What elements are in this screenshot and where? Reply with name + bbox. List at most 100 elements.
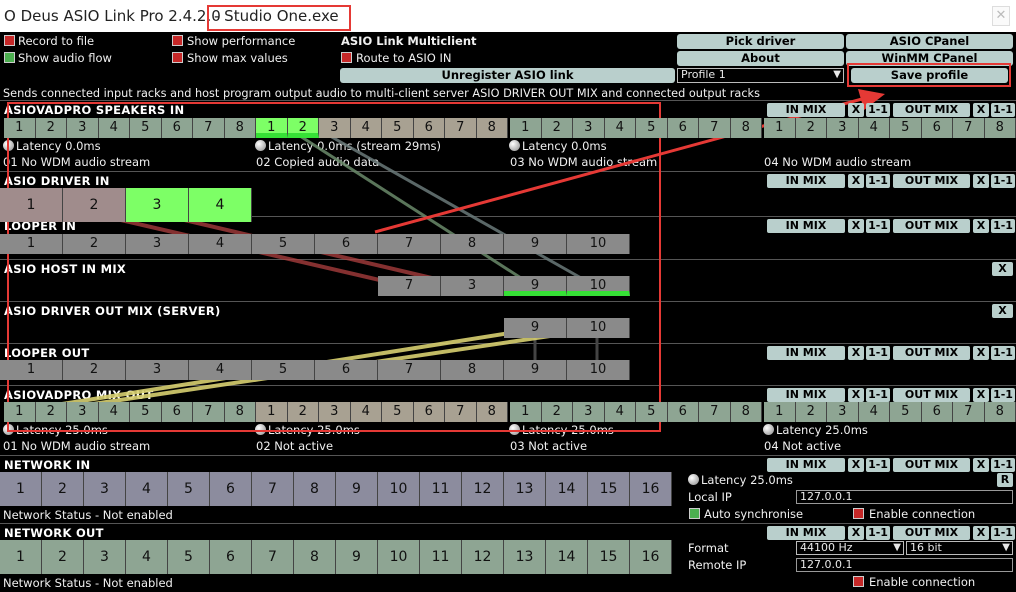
speakers-g3-ch-1[interactable]: 1	[510, 118, 542, 138]
mix-out-g3-ch-1[interactable]: 1	[510, 402, 542, 422]
looper-out-in-mix-button[interactable]: IN MIX	[767, 346, 845, 360]
looper-out-ch-6[interactable]: 6	[315, 360, 378, 380]
network-out-ch-5[interactable]: 5	[168, 540, 210, 574]
network-in-ch-1[interactable]: 1	[0, 472, 42, 506]
looper-out-ch-5[interactable]: 5	[252, 360, 315, 380]
mix-out-g1-ch-6[interactable]: 6	[161, 402, 193, 422]
window-close-button[interactable]: ✕	[992, 6, 1010, 26]
network-in-ch-2[interactable]: 2	[42, 472, 84, 506]
speakers-g1-ch-1[interactable]: 1	[4, 118, 36, 138]
mix-out-g4-ch-4[interactable]: 4	[858, 402, 890, 422]
enable-connection-in-checkbox[interactable]	[853, 508, 864, 519]
record-to-file-checkbox[interactable]	[4, 35, 15, 46]
speakers-g3-ch-5[interactable]: 5	[636, 118, 668, 138]
network-out-ch-1[interactable]: 1	[0, 540, 42, 574]
network-out-ch-3[interactable]: 3	[84, 540, 126, 574]
network-in-ch-13[interactable]: 13	[504, 472, 546, 506]
network-out-ch-7[interactable]: 7	[252, 540, 294, 574]
profile-select[interactable]: Profile 1 ▼	[677, 68, 844, 83]
mix-out-g3-ch-4[interactable]: 4	[604, 402, 636, 422]
network-in-out-mix-button[interactable]: OUT MIX	[893, 458, 970, 472]
network-in-one-one-button[interactable]: 1-1	[866, 458, 890, 472]
speakers-g1-ch-4[interactable]: 4	[98, 118, 130, 138]
mix-out-g3-ch-8[interactable]: 8	[730, 402, 762, 422]
speakers-g1-ch-8[interactable]: 8	[224, 118, 256, 138]
looper-out-ch-1[interactable]: 1	[0, 360, 63, 380]
mix-out-g3-ch-5[interactable]: 5	[636, 402, 668, 422]
speakers-g3-ch-8[interactable]: 8	[730, 118, 762, 138]
mix-out-g2-ch-6[interactable]: 6	[413, 402, 445, 422]
speakers-g2-ch-8[interactable]: 8	[476, 118, 508, 138]
speakers-g3-ch-6[interactable]: 6	[667, 118, 699, 138]
speakers-one-one-button[interactable]: 1-1	[866, 103, 890, 117]
looper-out-out-mix-button[interactable]: OUT MIX	[893, 346, 970, 360]
speakers-x-button[interactable]: X	[973, 103, 989, 117]
mix-out-one-one-button[interactable]: 1-1	[991, 388, 1015, 402]
mix-out-g1-ch-7[interactable]: 7	[193, 402, 225, 422]
mix-out-g2-ch-2[interactable]: 2	[287, 402, 319, 422]
speakers-g3-ch-2[interactable]: 2	[541, 118, 573, 138]
looper-out-ch-3[interactable]: 3	[126, 360, 189, 380]
network-in-ch-16[interactable]: 16	[630, 472, 672, 506]
mix-out-g1-ch-4[interactable]: 4	[98, 402, 130, 422]
network-out-x-button[interactable]: X	[848, 526, 864, 540]
network-in-one-one-button[interactable]: 1-1	[991, 458, 1015, 472]
network-in-ch-12[interactable]: 12	[462, 472, 504, 506]
mix-out-g3-ch-2[interactable]: 2	[541, 402, 573, 422]
network-in-ch-5[interactable]: 5	[168, 472, 210, 506]
route-to-asio-in-checkbox[interactable]	[341, 52, 352, 63]
mix-out-g3-ch-6[interactable]: 6	[667, 402, 699, 422]
driver-in-x-button[interactable]: X	[848, 174, 864, 188]
looper-in-ch-4[interactable]: 4	[189, 234, 252, 254]
driver-in-ch-2[interactable]: 2	[63, 188, 126, 222]
speakers-g4-ch-3[interactable]: 3	[827, 118, 859, 138]
speakers-g2-ch-4[interactable]: 4	[350, 118, 382, 138]
network-in-ch-7[interactable]: 7	[252, 472, 294, 506]
speakers-g4-ch-7[interactable]: 7	[953, 118, 985, 138]
mix-out-g4-ch-2[interactable]: 2	[795, 402, 827, 422]
mix-out-g1-ch-5[interactable]: 5	[130, 402, 162, 422]
looper-out-ch-2[interactable]: 2	[63, 360, 126, 380]
network-in-ch-10[interactable]: 10	[378, 472, 420, 506]
mix-out-x-button[interactable]: X	[973, 388, 989, 402]
looper-out-x-button[interactable]: X	[973, 346, 989, 360]
driver-out-x-button[interactable]: X	[992, 304, 1013, 318]
speakers-out-mix-button[interactable]: OUT MIX	[893, 103, 970, 117]
mix-out-g1-ch-8[interactable]: 8	[224, 402, 256, 422]
mix-out-g3-ch-7[interactable]: 7	[699, 402, 731, 422]
mix-out-g4-ch-1[interactable]: 1	[764, 402, 796, 422]
looper-in-x-button[interactable]: X	[973, 219, 989, 233]
network-in-x-button[interactable]: X	[848, 458, 864, 472]
driver-in-ch-3[interactable]: 3	[126, 188, 189, 222]
speakers-g3-ch-7[interactable]: 7	[699, 118, 731, 138]
network-out-ch-4[interactable]: 4	[126, 540, 168, 574]
looper-in-ch-8[interactable]: 8	[441, 234, 504, 254]
network-out-ch-11[interactable]: 11	[420, 540, 462, 574]
mix-out-g4-ch-7[interactable]: 7	[953, 402, 985, 422]
mix-out-g3-ch-3[interactable]: 3	[573, 402, 605, 422]
network-in-ch-3[interactable]: 3	[84, 472, 126, 506]
network-in-ch-9[interactable]: 9	[336, 472, 378, 506]
mix-out-in-mix-button[interactable]: IN MIX	[767, 388, 845, 402]
network-out-ch-6[interactable]: 6	[210, 540, 252, 574]
looper-out-one-one-button[interactable]: 1-1	[866, 346, 890, 360]
looper-in-in-mix-button[interactable]: IN MIX	[767, 219, 845, 233]
mix-out-g2-ch-4[interactable]: 4	[350, 402, 382, 422]
driver-in-ch-4[interactable]: 4	[189, 188, 252, 222]
local-ip-field[interactable]: 127.0.0.1	[796, 490, 1013, 504]
mix-out-g4-ch-6[interactable]: 6	[921, 402, 953, 422]
network-in-ch-4[interactable]: 4	[126, 472, 168, 506]
speakers-g2-ch-2[interactable]: 2	[287, 118, 319, 138]
host-in-ch-3[interactable]: 3	[441, 276, 504, 296]
looper-out-ch-7[interactable]: 7	[378, 360, 441, 380]
speakers-g4-ch-8[interactable]: 8	[984, 118, 1016, 138]
looper-out-x-button[interactable]: X	[848, 346, 864, 360]
network-out-out-mix-button[interactable]: OUT MIX	[893, 526, 970, 540]
speakers-g2-ch-3[interactable]: 3	[319, 118, 351, 138]
driver-in-in-mix-button[interactable]: IN MIX	[767, 174, 845, 188]
network-in-ch-15[interactable]: 15	[588, 472, 630, 506]
network-in-ch-8[interactable]: 8	[294, 472, 336, 506]
host-in-x-button[interactable]: X	[992, 262, 1013, 276]
speakers-g2-ch-5[interactable]: 5	[382, 118, 414, 138]
mix-out-x-button[interactable]: X	[848, 388, 864, 402]
